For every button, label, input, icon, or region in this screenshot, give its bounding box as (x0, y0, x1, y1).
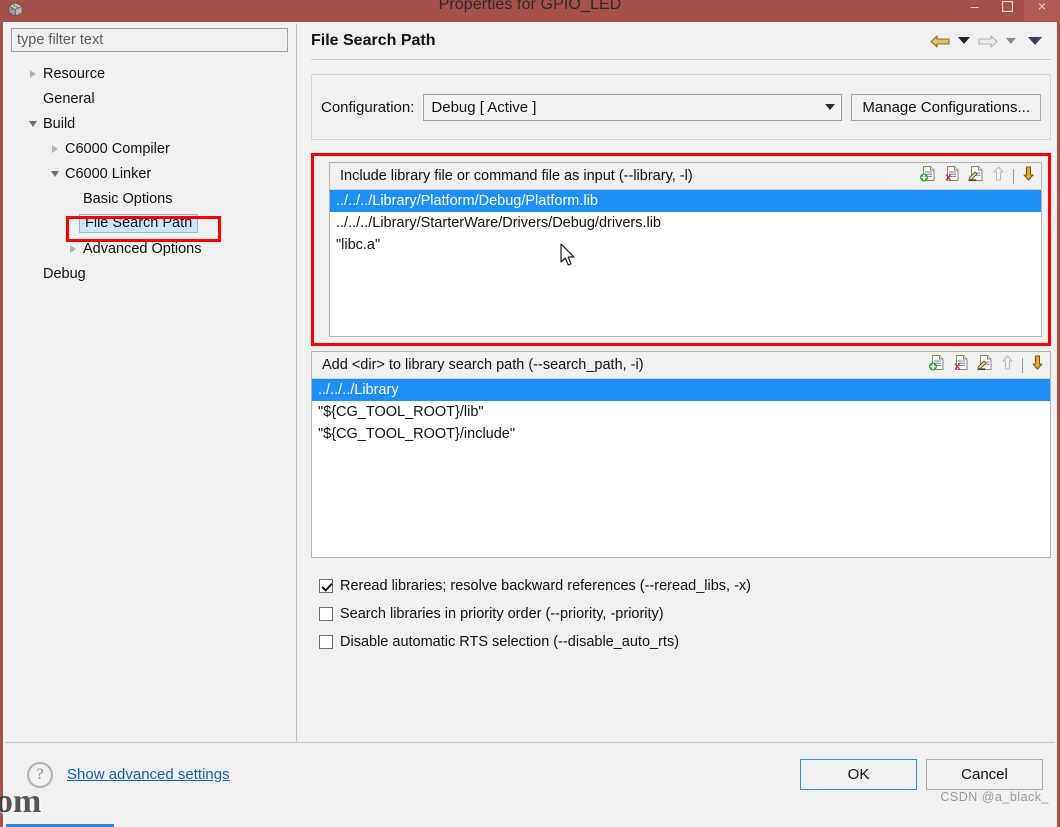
dialog-footer: ? Show advanced settings OK Cancel CSDN … (3, 743, 1057, 806)
search-path-items[interactable]: ../../../Library "${CG_TOOL_ROOT}/lib" "… (312, 379, 1050, 557)
checkbox-label: Disable automatic RTS selection (--disab… (340, 634, 680, 650)
linker-options-checkboxes: Reread libraries; resolve backward refer… (311, 572, 1051, 656)
checkbox-reread-libs[interactable]: Reread libraries; resolve backward refer… (319, 572, 1051, 600)
list-item[interactable]: ../../../Library (312, 379, 1050, 401)
tree-item-resource[interactable]: Resource (11, 61, 296, 86)
checkbox-indicator[interactable] (319, 607, 333, 621)
search-path-toolbar: x (929, 354, 1044, 376)
include-library-items[interactable]: ../../../Library/Platform/Debug/Platform… (330, 190, 1041, 336)
list-item[interactable]: "libc.a" (330, 234, 1041, 256)
move-up-icon (1001, 354, 1014, 376)
search-path-header-label: Add <dir> to library search path (--sear… (322, 357, 644, 373)
tree-item-label: C6000 Compiler (65, 140, 170, 157)
svg-text:x: x (954, 360, 961, 371)
tree-item-file-search-path[interactable]: File Search Path (11, 211, 296, 236)
manage-configurations-button[interactable]: Manage Configurations... (851, 93, 1041, 121)
chevron-down-icon[interactable] (958, 37, 970, 44)
maximize-button[interactable] (991, 0, 1024, 21)
show-advanced-settings-link[interactable]: Show advanced settings (67, 766, 230, 783)
tree-item-c6000-compiler[interactable]: C6000 Compiler (11, 136, 296, 161)
chevron-right-icon[interactable] (65, 241, 81, 257)
list-item[interactable]: ../../../Library/Platform/Debug/Platform… (330, 190, 1041, 212)
svg-text:x: x (945, 171, 952, 182)
tree-item-label: File Search Path (79, 214, 199, 233)
checkbox-indicator[interactable] (319, 635, 333, 649)
tree-item-advanced-options[interactable]: Advanced Options (11, 236, 296, 261)
edit-file-icon[interactable] (977, 354, 994, 376)
checkbox-priority[interactable]: Search libraries in priority order (--pr… (319, 600, 1051, 628)
list-item[interactable]: ../../../Library/StarterWare/Drivers/Deb… (330, 212, 1041, 234)
tree-item-label: Debug (43, 265, 86, 282)
window-title: Properties for GPIO_LED (438, 0, 622, 13)
delete-file-icon[interactable]: x (953, 354, 970, 376)
tree-item-c6000-linker[interactable]: C6000 Linker (11, 161, 296, 186)
search-path-header: Add <dir> to library search path (--sear… (312, 352, 1050, 379)
edit-file-icon[interactable] (968, 165, 985, 187)
tree-item-label: C6000 Linker (65, 165, 152, 182)
configuration-label: Configuration: (321, 98, 415, 116)
toolbar-separator (1022, 357, 1023, 373)
filter-input[interactable] (11, 28, 288, 52)
page-header: File Search Path (311, 22, 1051, 59)
page-pane: File Search Path Configuration: Debug [… (297, 22, 1057, 742)
chevron-down-icon[interactable] (1006, 37, 1016, 44)
include-library-toolbar: x (920, 165, 1035, 187)
checkbox-label: Reread libraries; resolve backward refer… (340, 578, 751, 594)
chevron-down-icon[interactable] (25, 116, 41, 132)
question-mark-icon[interactable]: ? (27, 761, 53, 788)
settings-tree-pane: Resource General Build C6000 Compiler (3, 22, 296, 742)
dialog-content: Resource General Build C6000 Compiler (3, 22, 1057, 742)
tree-item-build[interactable]: Build (11, 111, 296, 136)
ccs-cube-icon (6, 0, 28, 20)
footer-buttons: OK Cancel (800, 759, 1043, 790)
title-bar: Properties for GPIO_LED – × (0, 0, 1060, 22)
ok-button[interactable]: OK (800, 759, 917, 790)
arrow-right-icon (977, 33, 999, 49)
configuration-select[interactable]: Debug [ Active ] (423, 93, 843, 121)
include-library-header-label: Include library file or command file as … (340, 168, 693, 184)
page-navigation (929, 33, 1051, 49)
add-file-icon[interactable] (929, 354, 946, 376)
list-item[interactable]: "${CG_TOOL_ROOT}/include" (312, 423, 1050, 445)
tree-item-label: Basic Options (83, 190, 173, 207)
chevron-down-icon[interactable] (1028, 36, 1042, 45)
configuration-selected-value: Debug [ Active ] (431, 98, 537, 116)
move-up-icon (992, 165, 1005, 187)
properties-dialog: Properties for GPIO_LED – × Resource Gen… (0, 0, 1060, 827)
cancel-button[interactable]: Cancel (926, 759, 1043, 790)
include-library-section: Include library file or command file as … (311, 153, 1051, 346)
checkbox-label: Search libraries in priority order (--pr… (340, 606, 664, 622)
checkbox-disable-auto-rts[interactable]: Disable automatic RTS selection (--disab… (319, 628, 1051, 656)
arrow-left-icon[interactable] (929, 33, 951, 49)
tree-item-general[interactable]: General (11, 86, 296, 111)
configuration-group: Configuration: Debug [ Active ] Manage C… (311, 74, 1051, 140)
include-library-listbox: Include library file or command file as … (329, 162, 1042, 337)
include-library-header: Include library file or command file as … (330, 163, 1041, 190)
search-path-listbox: Add <dir> to library search path (--sear… (311, 351, 1051, 558)
tree-item-basic-options[interactable]: Basic Options (11, 186, 296, 211)
page-title: File Search Path (311, 31, 436, 49)
chevron-down-icon (825, 104, 836, 110)
delete-file-icon[interactable]: x (944, 165, 961, 187)
move-down-icon[interactable] (1031, 354, 1044, 376)
list-item[interactable]: "${CG_TOOL_ROOT}/lib" (312, 401, 1050, 423)
csdn-watermark: CSDN @a_black_ (940, 790, 1049, 804)
dialog-body: Resource General Build C6000 Compiler (3, 22, 1057, 827)
chevron-right-icon[interactable] (47, 141, 63, 157)
chevron-down-icon[interactable] (47, 166, 63, 182)
tree-item-label: Advanced Options (83, 240, 202, 257)
move-down-icon[interactable] (1022, 165, 1035, 187)
tree-item-label: General (43, 90, 95, 107)
settings-tree: Resource General Build C6000 Compiler C6… (11, 61, 296, 286)
add-file-icon[interactable] (920, 165, 937, 187)
tree-item-label: Resource (43, 65, 106, 82)
chevron-right-icon[interactable] (25, 66, 41, 82)
checkbox-indicator[interactable] (319, 579, 333, 593)
close-button[interactable]: × (1024, 0, 1060, 21)
tree-item-debug[interactable]: Debug (11, 261, 296, 286)
minimize-button[interactable]: – (958, 0, 991, 21)
tree-item-label: Build (43, 115, 76, 132)
toolbar-separator (1013, 168, 1014, 184)
header-divider (311, 59, 1051, 60)
